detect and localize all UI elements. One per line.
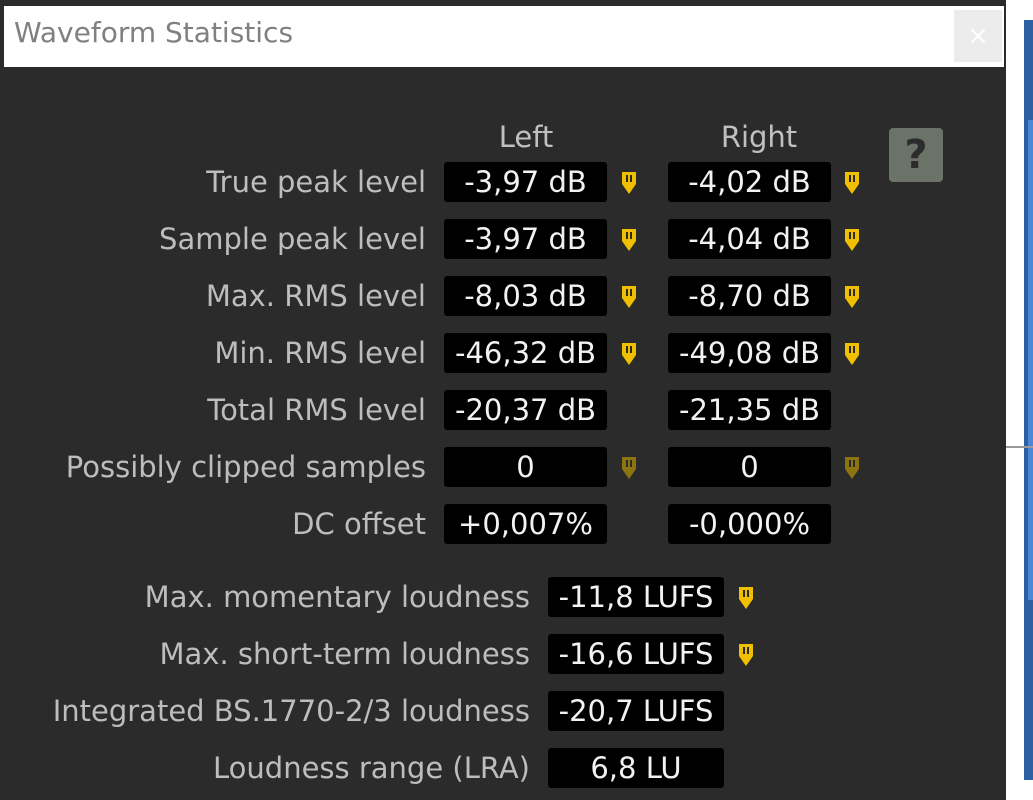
stat-label: Possibly clipped samples — [65, 450, 426, 484]
marker-pin-icon[interactable] — [737, 642, 755, 668]
marker-pin-icon[interactable] — [843, 227, 861, 253]
column-header-left: Left — [498, 120, 554, 154]
stat-row: DC offset +0,007% -0,000% — [0, 502, 1006, 546]
stat-row: Min. RMS level -46,32 dB -49,08 dB — [0, 331, 1006, 375]
left-value: +0,007% — [444, 504, 607, 544]
stat-label: True peak level — [206, 165, 426, 199]
close-icon: × — [967, 21, 989, 51]
right-value: 0 — [668, 447, 831, 487]
dialog-title: Waveform Statistics — [14, 16, 294, 49]
marker-pin-icon[interactable] — [620, 341, 638, 367]
loudness-row: Loudness range (LRA) 6,8 LU — [0, 746, 1006, 790]
stat-row: Sample peak level -3,97 dB -4,04 dB — [0, 217, 1006, 261]
loudness-label: Max. momentary loudness — [144, 580, 530, 614]
stat-label: DC offset — [292, 507, 426, 541]
column-header-right: Right — [720, 120, 798, 154]
loudness-label: Loudness range (LRA) — [213, 751, 530, 785]
title-bar[interactable]: Waveform Statistics × — [4, 6, 1004, 67]
marker-pin-icon[interactable] — [843, 455, 861, 481]
marker-pin-icon[interactable] — [843, 284, 861, 310]
marker-pin-icon[interactable] — [620, 227, 638, 253]
right-value: -21,35 dB — [668, 390, 831, 430]
left-value: -3,97 dB — [444, 219, 607, 259]
loudness-row: Max. momentary loudness -11,8 LUFS — [0, 575, 1006, 619]
marker-pin-icon[interactable] — [843, 170, 861, 196]
marker-pin-icon[interactable] — [620, 455, 638, 481]
left-value: -20,37 dB — [444, 390, 607, 430]
loudness-label: Max. short-term loudness — [159, 637, 530, 671]
stat-row: Max. RMS level -8,03 dB -8,70 dB — [0, 274, 1006, 318]
stat-row: Total RMS level -20,37 dB -21,35 dB — [0, 388, 1006, 432]
loudness-value: -20,7 LUFS — [548, 691, 724, 731]
stat-label: Max. RMS level — [205, 279, 426, 313]
stat-row: Possibly clipped samples 0 0 — [0, 445, 1006, 489]
loudness-value: -16,6 LUFS — [548, 634, 724, 674]
close-button[interactable]: × — [954, 10, 1002, 62]
right-value: -49,08 dB — [668, 333, 831, 373]
loudness-row: Max. short-term loudness -16,6 LUFS — [0, 632, 1006, 676]
right-value: -4,02 dB — [668, 162, 831, 202]
right-value: -4,04 dB — [668, 219, 831, 259]
left-value: -8,03 dB — [444, 276, 607, 316]
stat-label: Total RMS level — [207, 393, 426, 427]
stat-label: Sample peak level — [159, 222, 426, 256]
stat-row: True peak level -3,97 dB -4,02 dB — [0, 160, 1006, 204]
left-value: 0 — [444, 447, 607, 487]
waveform-statistics-dialog: Waveform Statistics × Left Right ? True … — [0, 0, 1006, 800]
loudness-label: Integrated BS.1770-2/3 loudness — [52, 694, 530, 728]
left-value: -3,97 dB — [444, 162, 607, 202]
loudness-value: -11,8 LUFS — [548, 577, 724, 617]
marker-pin-icon[interactable] — [843, 341, 861, 367]
loudness-row: Integrated BS.1770-2/3 loudness -20,7 LUF… — [0, 689, 1006, 733]
marker-pin-icon[interactable] — [737, 585, 755, 611]
marker-pin-icon[interactable] — [620, 284, 638, 310]
stat-label: Min. RMS level — [214, 336, 426, 370]
right-value: -8,70 dB — [668, 276, 831, 316]
loudness-value: 6,8 LU — [548, 748, 724, 788]
left-value: -46,32 dB — [444, 333, 607, 373]
marker-pin-icon[interactable] — [620, 170, 638, 196]
background-waveform — [1006, 0, 1033, 800]
right-value: -0,000% — [668, 504, 831, 544]
